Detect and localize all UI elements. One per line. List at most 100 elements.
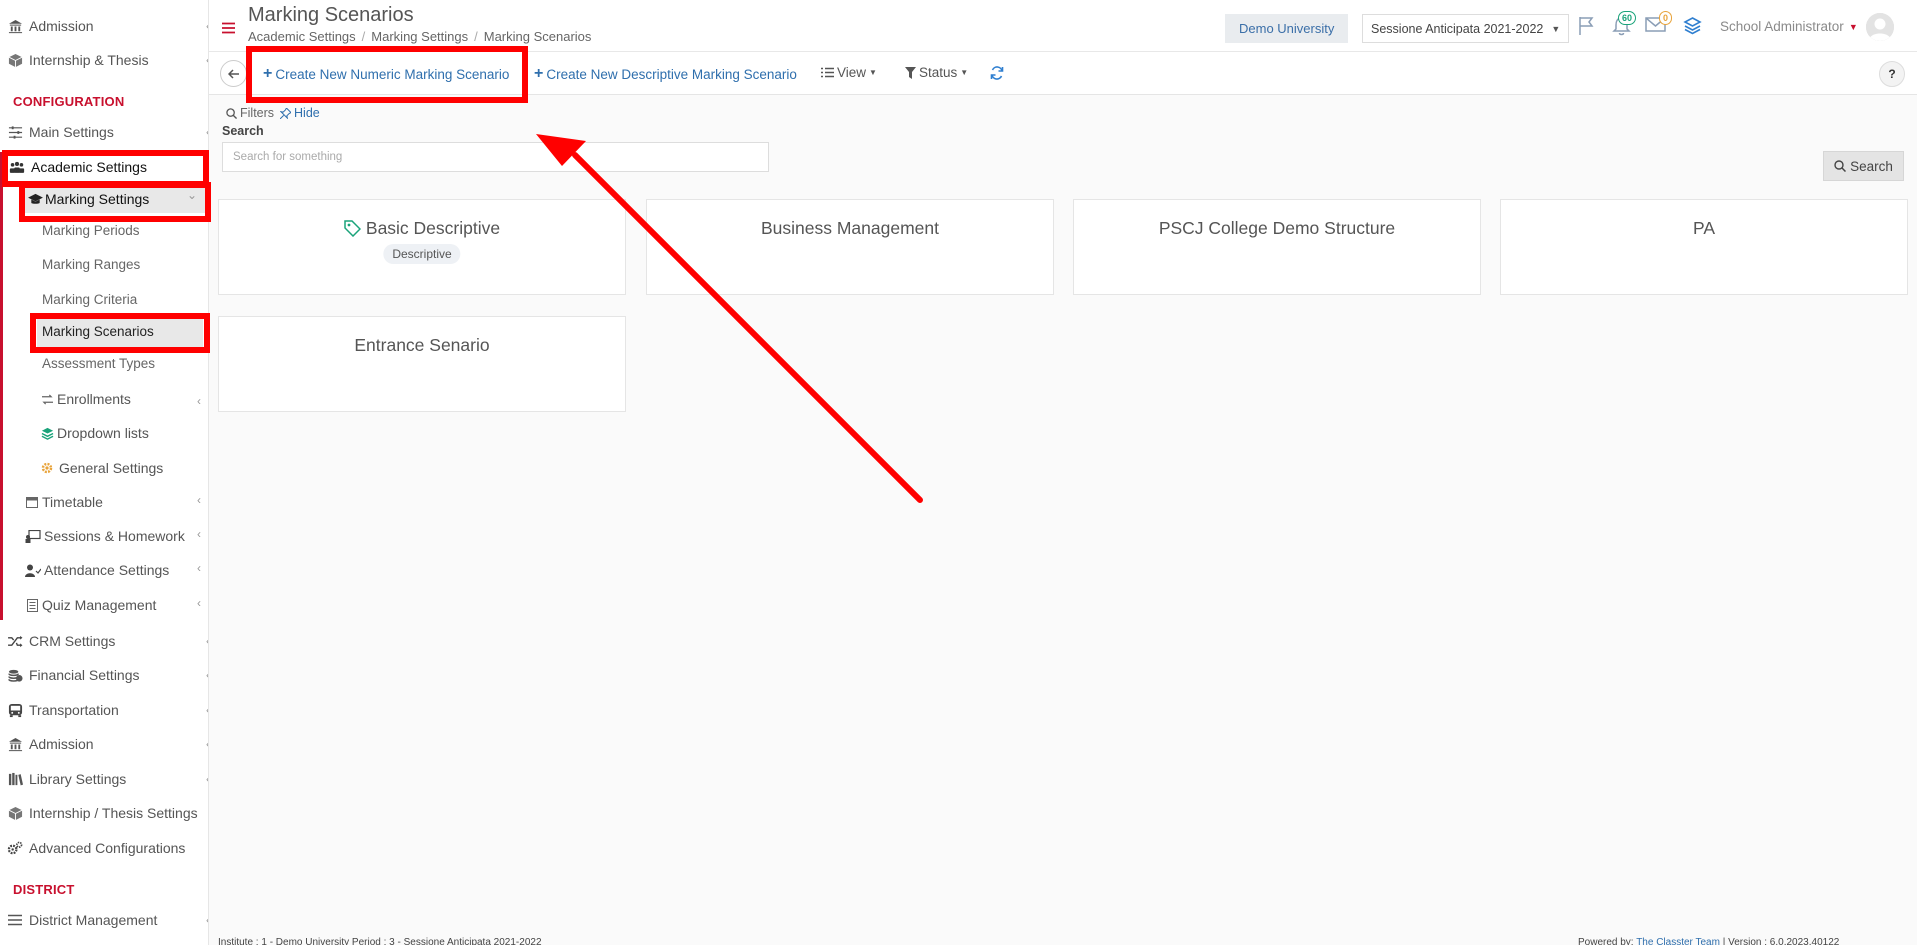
sidebar-item-label: Internship & Thesis xyxy=(29,52,149,68)
scenario-card[interactable]: PA xyxy=(1500,199,1908,295)
section-configuration: CONFIGURATION xyxy=(13,94,125,109)
sidebar-item-quiz-management[interactable]: Quiz Management xyxy=(25,597,156,613)
sidebar-item-marking-periods[interactable]: Marking Periods xyxy=(42,223,140,238)
section-district: DISTRICT xyxy=(13,882,75,897)
sidebar-item-transportation[interactable]: Transportation ‹ xyxy=(7,696,208,724)
sidebar-item-label: Academic Settings xyxy=(31,159,147,175)
breadcrumb-separator: / xyxy=(361,29,366,44)
sidebar-item-advanced-configurations[interactable]: Advanced Configurations xyxy=(7,834,208,862)
chevron-left-icon: ‹ xyxy=(206,125,208,139)
sidebar-item-general-settings[interactable]: General Settings xyxy=(40,460,163,476)
sidebar-item-label: Dropdown lists xyxy=(57,425,149,441)
breadcrumb-academic-settings[interactable]: Academic Settings xyxy=(248,29,356,44)
card-title: PA xyxy=(1501,218,1907,239)
card-title: Entrance Senario xyxy=(219,335,625,356)
layers-icon[interactable] xyxy=(1683,16,1702,35)
chevron-left-icon: ‹ xyxy=(206,634,208,648)
sidebar-item-financial-settings[interactable]: Financial Settings ‹ xyxy=(7,661,208,689)
caret-down-icon: ▼ xyxy=(1848,21,1858,32)
filter-icon xyxy=(905,66,916,79)
plus-icon: + xyxy=(263,65,273,82)
cube-icon xyxy=(7,52,23,68)
breadcrumb-separator: / xyxy=(474,29,478,44)
toolbar: + Create New Numeric Marking Scenario + … xyxy=(209,52,1917,95)
sidebar-item-sessions-homework[interactable]: Sessions & Homework xyxy=(25,528,185,544)
books-icon xyxy=(7,771,23,787)
session-select-value: Sessione Anticipata 2021-2022 xyxy=(1371,21,1544,36)
sidebar-item-marking-scenarios[interactable]: Marking Scenarios xyxy=(42,324,154,339)
avatar[interactable] xyxy=(1866,13,1894,41)
sidebar-item-crm-settings[interactable]: CRM Settings ‹ xyxy=(7,627,208,655)
sidebar-item-main-settings[interactable]: Main Settings ‹ xyxy=(7,118,208,146)
sidebar-item-label: Enrollments xyxy=(57,391,131,407)
classter-team-link[interactable]: The Classter Team xyxy=(1636,937,1720,945)
create-descriptive-marking-scenario-button[interactable]: + Create New Descriptive Marking Scenari… xyxy=(534,65,797,83)
users-group-icon xyxy=(9,159,25,175)
sidebar-item-label: Transportation xyxy=(29,702,119,718)
sidebar-item-enrollments[interactable]: Enrollments xyxy=(40,391,131,407)
hide-filters-link[interactable]: Hide xyxy=(280,106,320,120)
sidebar-item-marking-criteria[interactable]: Marking Criteria xyxy=(42,292,137,307)
sidebar-item-academic-settings[interactable]: Academic Settings ⌄ xyxy=(9,153,208,181)
search-icon xyxy=(226,107,237,119)
hamburger-menu-icon[interactable] xyxy=(222,22,235,34)
chevron-down-icon: ⌄ xyxy=(202,157,208,171)
sidebar-item-label: Marking Settings xyxy=(45,191,150,207)
sidebar-item-internship-thesis[interactable]: Internship & Thesis ‹ xyxy=(7,46,208,74)
sidebar-item-assessment-types[interactable]: Assessment Types xyxy=(42,356,155,371)
cogs-icon xyxy=(7,840,23,856)
scenario-card[interactable]: Basic Descriptive Descriptive xyxy=(218,199,626,295)
chevron-left-icon: ‹ xyxy=(206,703,208,717)
breadcrumb: Academic Settings / Marking Settings / M… xyxy=(248,29,591,44)
back-button[interactable] xyxy=(220,60,247,87)
sidebar-item-timetable[interactable]: Timetable xyxy=(25,494,103,510)
sidebar-item-internship-thesis-settings[interactable]: Internship / Thesis Settings ‹ xyxy=(7,799,208,827)
sidebar-item-label: CRM Settings xyxy=(29,633,116,649)
sidebar-item-admission-top[interactable]: Admission ‹ xyxy=(7,12,208,40)
chevron-left-icon: ‹ xyxy=(206,772,208,786)
search-button[interactable]: Search xyxy=(1823,151,1904,181)
sidebar-item-label: Library Settings xyxy=(29,771,127,787)
sidebar-item-marking-settings[interactable]: Marking Settings ⌄ xyxy=(25,185,205,213)
search-input[interactable] xyxy=(222,142,769,172)
sidebar-item-label: Advanced Configurations xyxy=(29,840,186,856)
status-label: Status xyxy=(919,65,958,80)
sidebar-item-library-settings[interactable]: Library Settings ‹ xyxy=(7,765,208,793)
help-button[interactable]: ? xyxy=(1879,61,1905,87)
coins-icon xyxy=(7,667,23,683)
session-select[interactable]: Sessione Anticipata 2021-2022 ▼ xyxy=(1362,14,1570,43)
university-badge[interactable]: Demo University xyxy=(1225,14,1349,43)
view-dropdown[interactable]: View ▼ xyxy=(821,65,877,80)
chevron-left-icon: ‹ xyxy=(197,527,201,541)
scenario-card[interactable]: Business Management xyxy=(646,199,1054,295)
thumbtack-icon xyxy=(280,107,292,119)
sidebar-item-district-management[interactable]: District Management ‹ xyxy=(7,906,208,934)
sidebar: Admission ‹ Internship & Thesis ‹ CONFIG… xyxy=(0,0,209,945)
sidebar-item-label: Financial Settings xyxy=(29,667,140,683)
breadcrumb-marking-settings[interactable]: Marking Settings xyxy=(371,29,468,44)
user-check-icon xyxy=(25,563,41,577)
refresh-button[interactable] xyxy=(990,66,1004,80)
sliders-icon xyxy=(7,124,23,140)
cogs-icon xyxy=(40,461,54,475)
chevron-down-icon: ⌄ xyxy=(186,188,197,202)
create-numeric-marking-scenario-button[interactable]: + Create New Numeric Marking Scenario xyxy=(263,65,509,83)
scenario-card[interactable]: Entrance Senario xyxy=(218,316,626,412)
page-title: Marking Scenarios xyxy=(248,4,414,26)
sidebar-item-dropdown-lists[interactable]: Dropdown lists xyxy=(40,425,149,441)
sidebar-item-attendance-settings[interactable]: Attendance Settings xyxy=(25,562,169,578)
scenario-card[interactable]: PSCJ College Demo Structure xyxy=(1073,199,1481,295)
sidebar-item-marking-ranges[interactable]: Marking Ranges xyxy=(42,257,140,272)
search-button-label: Search xyxy=(1850,158,1893,174)
layers-icon xyxy=(40,426,54,440)
flag-icon[interactable] xyxy=(1577,16,1597,36)
sidebar-item-label: Sessions & Homework xyxy=(44,528,185,544)
sidebar-item-admission[interactable]: Admission ‹ xyxy=(7,730,208,758)
status-dropdown[interactable]: Status ▼ xyxy=(905,65,968,80)
bars-icon xyxy=(7,912,23,928)
chevron-left-icon: ‹ xyxy=(197,493,201,507)
version-label: | Version : 6.0.2023.40122 xyxy=(1722,937,1840,945)
institution-icon xyxy=(7,736,23,752)
caret-down-icon: ▼ xyxy=(869,68,877,77)
user-menu[interactable]: School Administrator ▼ xyxy=(1720,19,1858,34)
